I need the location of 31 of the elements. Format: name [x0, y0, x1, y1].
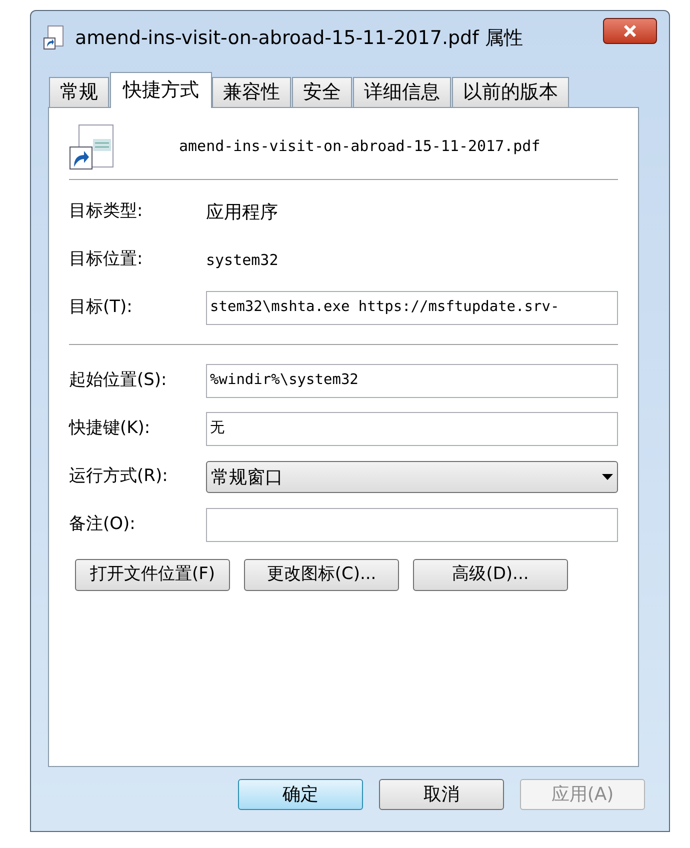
input-field[interactable]: stem32\mshta.exe https://msftupdate.srv-: [206, 291, 618, 325]
action-button[interactable]: 打开文件位置(F): [75, 559, 230, 591]
field-label: 快捷键(K):: [69, 417, 152, 440]
tab[interactable]: 详细信息: [353, 77, 451, 107]
close-icon: [623, 25, 637, 37]
dropdown-arrow-icon: [602, 474, 613, 480]
tab[interactable]: 快捷方式: [110, 72, 212, 108]
dialog-button[interactable]: 取消: [379, 779, 504, 810]
field-label: 目标位置:: [69, 248, 144, 272]
dialog-button[interactable]: 确定: [238, 779, 363, 810]
tab[interactable]: 常规: [49, 77, 109, 107]
field-label: 起始位置(S):: [69, 369, 168, 392]
action-button[interactable]: 高级(D)...: [413, 559, 568, 591]
input-field[interactable]: %windir%\system32: [206, 364, 618, 398]
field-label: 目标类型:: [69, 200, 144, 224]
field-label: 备注(O):: [69, 513, 136, 536]
close-button[interactable]: [603, 18, 657, 44]
input-field[interactable]: 无: [206, 412, 618, 446]
action-button[interactable]: 更改图标(C)...: [244, 559, 399, 591]
field-label: 目标(T):: [69, 296, 134, 320]
tab[interactable]: 安全: [292, 77, 352, 107]
field-value: system32: [206, 250, 278, 271]
file-name: amend-ins-visit-on-abroad-15-11-2017.pdf: [179, 136, 540, 158]
field-label: 运行方式(R):: [69, 465, 169, 488]
dropdown[interactable]: 常规窗口: [206, 461, 618, 493]
field-value: 应用程序: [206, 200, 278, 224]
shortcut-icon: [43, 25, 65, 51]
tab[interactable]: 以前的版本: [452, 77, 569, 107]
tab[interactable]: 兼容性: [212, 77, 291, 107]
window-title: amend-ins-visit-on-abroad-15-11-2017.pdf 属性: [75, 26, 523, 51]
input-field[interactable]: [206, 508, 618, 542]
